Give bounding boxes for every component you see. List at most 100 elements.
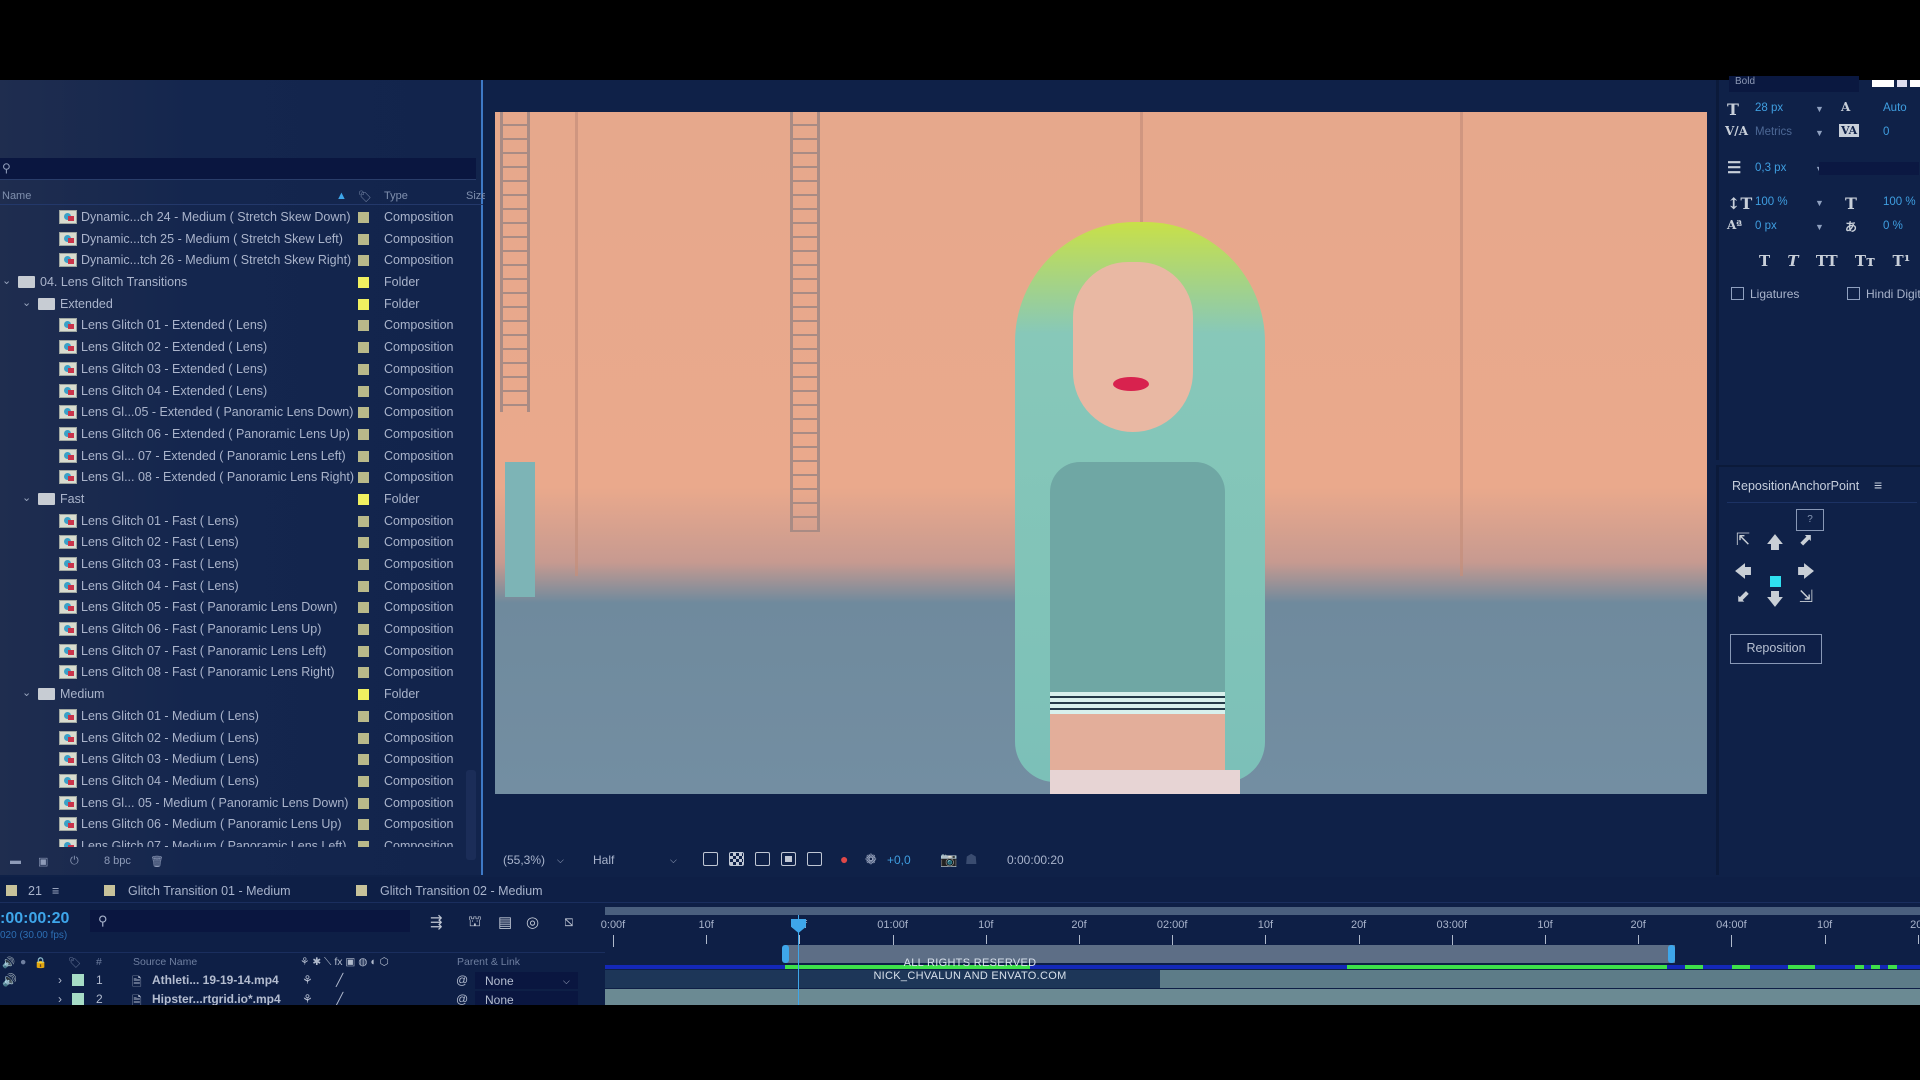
label-color-swatch[interactable] <box>358 298 369 310</box>
project-comp-row[interactable]: Lens Gl... 08 - Extended ( Panoramic Len… <box>0 467 470 489</box>
draft-3d-icon[interactable]: ⛫ <box>468 913 482 932</box>
project-comp-row[interactable]: Lens Gl... 05 - Medium ( Panoramic Lens … <box>0 793 470 815</box>
magnification-dropdown[interactable]: (55,3%) <box>503 853 545 867</box>
stroke-style-dropdown[interactable] <box>1819 162 1919 175</box>
anchor-top-icon[interactable]: 🡅 <box>1765 530 1785 559</box>
tracking-value[interactable]: 0 <box>1883 126 1889 138</box>
parent-dropdown[interactable]: None <box>475 991 578 1005</box>
dropdown-arrow-icon[interactable]: ▼ <box>1815 104 1824 114</box>
font-style-dropdown[interactable]: Bold <box>1729 76 1859 92</box>
project-comp-row[interactable]: Lens Glitch 04 - Medium ( Lens) Compositi… <box>0 771 470 793</box>
label-color-swatch[interactable] <box>358 559 369 570</box>
label-color-swatch[interactable] <box>358 840 369 847</box>
stroke-color-swatch[interactable] <box>1910 80 1920 87</box>
stroke-width-value[interactable]: 0,3 px <box>1755 162 1786 174</box>
lock-icon[interactable]: 🔒 <box>34 956 47 969</box>
layer-1-bar-segment[interactable] <box>1160 970 1920 988</box>
label-color-swatch[interactable] <box>358 537 369 549</box>
column-source-name[interactable]: Source Name <box>133 956 197 968</box>
project-comp-row[interactable]: Lens Glitch 03 - Medium ( Lens) Compositi… <box>0 749 470 771</box>
label-color-swatch[interactable] <box>358 580 369 592</box>
anchor-top-right-icon[interactable]: ⬈ <box>1796 530 1816 550</box>
label-color-swatch[interactable] <box>358 233 369 245</box>
timeline-search-input[interactable]: ⚲ <box>90 910 410 932</box>
resolution-dropdown[interactable]: Half <box>593 853 614 867</box>
motion-blur-icon[interactable]: ◎ <box>526 913 539 931</box>
kerning-value[interactable]: Metrics <box>1755 126 1792 138</box>
project-comp-row[interactable]: Lens Glitch 02 - Medium ( Lens) Compositi… <box>0 728 470 750</box>
expand-chevron-icon[interactable]: ⌄ <box>22 686 31 699</box>
small-caps-button[interactable]: Tт <box>1855 252 1875 270</box>
anchor-left-icon[interactable]: 🡄 <box>1733 559 1753 588</box>
column-type[interactable]: Type <box>384 190 408 202</box>
parent-dropdown[interactable]: None ⌵ <box>475 972 578 989</box>
tsume-value[interactable]: 0 % <box>1883 220 1903 232</box>
label-tag-icon[interactable]: 🏷 <box>68 956 81 969</box>
snapshot-camera-icon[interactable]: 📷 <box>940 851 957 868</box>
fill-color-swatch[interactable] <box>1872 80 1894 87</box>
project-comp-row[interactable]: Lens Glitch 07 - Medium ( Panoramic Lens… <box>0 836 470 847</box>
project-comp-row[interactable]: Lens Glitch 01 - Extended ( Lens) Composi… <box>0 315 470 337</box>
anchor-bottom-icon[interactable]: 🡇 <box>1765 587 1785 616</box>
label-color-swatch[interactable] <box>358 775 369 787</box>
exposure-value[interactable]: +0,0 <box>887 853 911 867</box>
mask-visibility-icon[interactable] <box>755 852 770 866</box>
label-color-swatch[interactable] <box>358 472 369 484</box>
anchor-top-left-icon[interactable]: ⇱ <box>1733 530 1753 550</box>
tab-glitch-transition-02[interactable]: Glitch Transition 02 - Medium <box>380 884 543 898</box>
dropdown-arrow-icon[interactable]: ▼ <box>1815 222 1824 232</box>
layer-name[interactable]: Hipster...rtgrid.io*.mp4 <box>152 992 281 1005</box>
faux-bold-button[interactable]: T <box>1759 252 1770 270</box>
faux-italic-button[interactable]: T <box>1787 252 1798 270</box>
expand-chevron-icon[interactable]: ⌄ <box>2 274 11 287</box>
ligatures-checkbox[interactable]: Ligatures <box>1731 287 1799 301</box>
expand-chevron-icon[interactable]: › <box>58 992 62 1005</box>
graph-editor-icon[interactable]: ⧅ <box>564 913 574 930</box>
viewer-timecode[interactable]: 0:00:00:20 <box>1007 853 1064 867</box>
tab-menu-icon[interactable]: ≡ <box>52 884 59 898</box>
anchor-right-icon[interactable]: 🡆 <box>1796 559 1816 588</box>
anchor-bottom-right-icon[interactable]: ⇲ <box>1796 587 1816 607</box>
label-color-swatch[interactable] <box>358 819 369 831</box>
pick-whip-icon[interactable]: @ <box>456 973 468 987</box>
label-color-swatch[interactable] <box>358 450 369 462</box>
quality-icon[interactable]: ╱ <box>336 973 343 987</box>
transparency-grid-icon[interactable] <box>729 852 744 866</box>
baseline-shift-value[interactable]: 0 px <box>1755 220 1777 232</box>
grid-guides-icon[interactable] <box>807 852 822 866</box>
project-comp-row[interactable]: Lens Glitch 04 - Fast ( Lens) Composition <box>0 576 470 598</box>
project-comp-row[interactable]: Lens Glitch 02 - Extended ( Lens) Composi… <box>0 337 470 359</box>
layer-row[interactable]: 🔊 › 1 🗎 Athleti... 19-19-14.mp4 ⚘ ╱ @ No… <box>0 971 605 990</box>
project-comp-row[interactable]: Lens Glitch 03 - Fast ( Lens) Composition <box>0 554 470 576</box>
sort-ascending-icon[interactable]: ▲ <box>336 190 347 202</box>
label-color-swatch[interactable] <box>358 212 369 223</box>
project-comp-row[interactable]: Dynamic...tch 25 - Medium ( Stretch Skew… <box>0 229 470 251</box>
label-color-swatch[interactable] <box>358 797 369 809</box>
project-comp-row[interactable]: Lens Gl... 07 - Extended ( Panoramic Len… <box>0 446 470 468</box>
fast-previews-icon[interactable] <box>703 852 718 866</box>
time-ruler[interactable]: 0:00f 10f 20f 01:00f 10f 20f 02:00f 10f 20f 03:00… <box>601 907 1920 1005</box>
quality-icon[interactable]: ╱ <box>336 992 343 1005</box>
layer-row[interactable]: › 2 🗎 Hipster...rtgrid.io*.mp4 ⚘ ╱ @ Non… <box>0 990 605 1005</box>
new-composition-icon[interactable]: ▣ <box>38 855 48 868</box>
label-color-swatch[interactable] <box>358 602 369 614</box>
label-color-swatch[interactable] <box>358 277 369 289</box>
new-folder-icon[interactable]: ▬ <box>10 855 21 867</box>
vertical-scale-value[interactable]: 100 % <box>1755 196 1788 208</box>
project-comp-row[interactable]: Lens Glitch 01 - Medium ( Lens) Compositi… <box>0 706 470 728</box>
no-color-swatch[interactable] <box>1897 80 1907 87</box>
audio-icon[interactable]: 🔊 <box>2 973 17 987</box>
label-color-swatch[interactable] <box>358 732 369 744</box>
project-comp-row[interactable]: Lens Glitch 03 - Extended ( Lens) Composi… <box>0 359 470 381</box>
label-color-swatch[interactable] <box>358 342 369 354</box>
leading-value[interactable]: Auto <box>1883 102 1907 114</box>
expand-chevron-icon[interactable]: ⌄ <box>22 491 31 504</box>
audio-icon[interactable]: 🔊 <box>2 956 15 969</box>
label-color-swatch[interactable] <box>358 624 369 636</box>
hindi-digits-checkbox[interactable]: Hindi Digits <box>1847 287 1920 301</box>
project-comp-row[interactable]: Lens Glitch 08 - Fast ( Panoramic Lens R… <box>0 662 470 684</box>
label-color-swatch[interactable] <box>358 515 369 527</box>
label-color-swatch[interactable] <box>358 385 369 397</box>
channel-icon[interactable]: ● <box>840 851 848 867</box>
label-color-swatch[interactable] <box>358 255 369 267</box>
